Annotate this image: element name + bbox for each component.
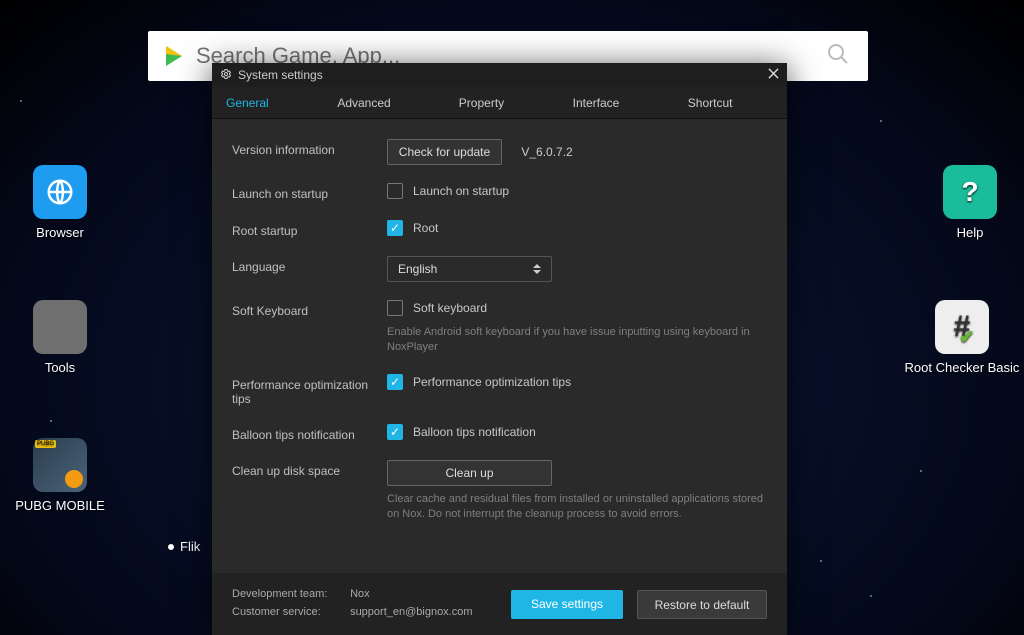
tools-folder-icon	[33, 300, 87, 354]
label-performance-tips: Performance optimization tips	[232, 374, 387, 406]
desktop-label: Help	[957, 225, 984, 240]
chevron-updown-icon	[533, 264, 541, 274]
check-for-update-button[interactable]: Check for update	[387, 139, 502, 165]
performance-tips-checkbox[interactable]: Performance optimization tips	[387, 374, 571, 390]
save-settings-button[interactable]: Save settings	[511, 590, 623, 619]
version-value: V_6.0.7.2	[521, 145, 572, 159]
clean-up-hint: Clear cache and residual files from inst…	[387, 492, 767, 523]
launch-on-startup-checkbox[interactable]: Launch on startup	[387, 183, 509, 199]
support-label: Customer service:	[232, 604, 347, 622]
label-language: Language	[232, 256, 387, 274]
checkbox-label: Root	[413, 221, 438, 235]
dialog-body: Version information Check for update V_6…	[212, 119, 787, 573]
dialog-footer: Development team: Nox Customer service: …	[212, 573, 787, 635]
tab-interface-settings[interactable]: Interface settings	[559, 87, 674, 118]
label-clean-up: Clean up disk space	[232, 460, 387, 478]
tab-property-settings[interactable]: Property settings	[445, 87, 559, 118]
checkbox-icon	[387, 300, 403, 316]
soft-keyboard-hint: Enable Android soft keyboard if you have…	[387, 325, 767, 356]
label-balloon-tips: Balloon tips notification	[232, 424, 387, 442]
clean-up-button[interactable]: Clean up	[387, 460, 552, 486]
close-button[interactable]	[768, 68, 779, 82]
desktop-icon-pubg[interactable]: PUBG PUBG MOBILE	[15, 438, 105, 513]
desktop-label: PUBG MOBILE	[15, 498, 105, 513]
label-root-startup: Root startup	[232, 220, 387, 238]
browser-icon	[33, 165, 87, 219]
dev-team-label: Development team:	[232, 586, 347, 604]
root-checkbox[interactable]: Root	[387, 220, 438, 236]
play-store-icon	[166, 46, 182, 66]
help-icon: ?	[943, 165, 997, 219]
restore-to-default-button[interactable]: Restore to default	[637, 590, 767, 619]
desktop-label: Root Checker Basic	[905, 360, 1020, 375]
language-select[interactable]: English	[387, 256, 552, 282]
desktop-icon-tools[interactable]: Tools	[15, 300, 105, 375]
dialog-titlebar: System settings	[212, 63, 787, 87]
select-value: English	[398, 262, 437, 276]
checkbox-icon	[387, 374, 403, 390]
desktop-icon-browser[interactable]: Browser	[15, 165, 105, 240]
tab-advanced-settings[interactable]: Advanced settings	[323, 87, 444, 118]
root-checker-icon: #✔	[935, 300, 989, 354]
checkbox-label: Soft keyboard	[413, 301, 487, 315]
system-settings-dialog: System settings General settings Advance…	[212, 63, 787, 635]
soft-keyboard-checkbox[interactable]: Soft keyboard	[387, 300, 487, 316]
tab-general-settings[interactable]: General settings	[212, 87, 323, 118]
dev-team-value: Nox	[350, 588, 370, 600]
label-launch-on-startup: Launch on startup	[232, 183, 387, 201]
desktop-icon-help[interactable]: ? Help	[920, 165, 1020, 240]
gear-icon	[220, 68, 232, 83]
tab-shortcut-settings[interactable]: Shortcut settings	[674, 87, 787, 118]
checkbox-label: Launch on startup	[413, 184, 509, 198]
support-value: support_en@bignox.com	[350, 606, 472, 618]
checkbox-icon	[387, 424, 403, 440]
desktop-icon-rootchecker[interactable]: #✔ Root Checker Basic	[900, 300, 1024, 375]
page-indicator-dot	[168, 544, 174, 550]
label-version: Version information	[232, 139, 387, 157]
desktop-label-partial: Flik	[180, 539, 200, 554]
checkbox-icon	[387, 220, 403, 236]
checkbox-icon	[387, 183, 403, 199]
label-soft-keyboard: Soft Keyboard	[232, 300, 387, 318]
balloon-tips-checkbox[interactable]: Balloon tips notification	[387, 424, 536, 440]
dialog-title: System settings	[238, 68, 323, 82]
search-icon[interactable]	[826, 42, 850, 71]
dialog-tabs: General settings Advanced settings Prope…	[212, 87, 787, 119]
checkbox-label: Performance optimization tips	[413, 375, 571, 389]
checkbox-label: Balloon tips notification	[413, 425, 536, 439]
desktop-label: Tools	[45, 360, 75, 375]
desktop-label: Browser	[36, 225, 84, 240]
pubg-icon: PUBG	[33, 438, 87, 492]
